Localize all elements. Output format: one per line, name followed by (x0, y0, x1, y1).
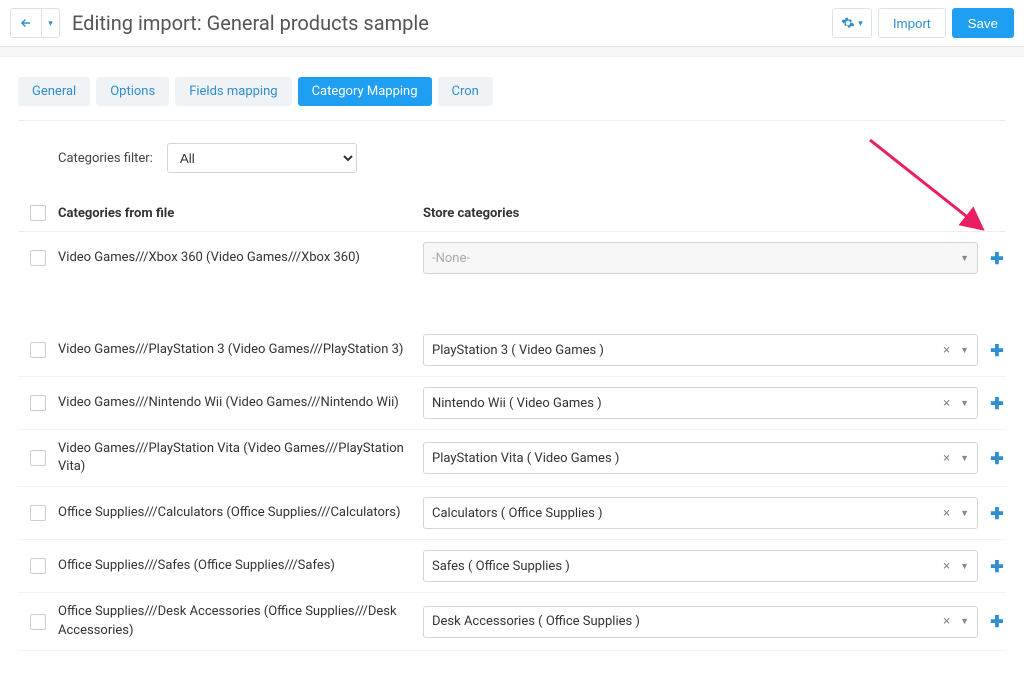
clear-icon[interactable]: × (939, 614, 954, 629)
row-checkbox[interactable] (30, 505, 46, 521)
add-mapping-button[interactable]: ✚ (988, 341, 1006, 360)
table-row: Office Supplies///Safes (Office Supplies… (18, 540, 1006, 593)
header-checkbox-col (18, 205, 58, 221)
chevron-down-icon: ▼ (954, 345, 969, 356)
tab-options[interactable]: Options (96, 77, 169, 106)
clear-icon[interactable]: × (939, 343, 954, 358)
file-category-text: Office Supplies///Calculators (Office Su… (58, 504, 423, 522)
add-mapping-button[interactable]: ✚ (988, 504, 1006, 523)
col-header-store: Store categories (423, 206, 1006, 221)
filter-label: Categories filter: (58, 151, 153, 166)
chevron-down-icon: ▼ (954, 398, 969, 409)
save-button[interactable]: Save (952, 8, 1014, 38)
row-checkbox[interactable] (30, 250, 46, 266)
header-actions: ▾ Import Save (832, 8, 1014, 38)
row-checkbox[interactable] (30, 558, 46, 574)
store-category-select[interactable]: PlayStation Vita ( Video Games ) × ▼ (423, 442, 978, 474)
table-row: Video Games///Nintendo Wii (Video Games/… (18, 377, 1006, 430)
chevron-down-icon: ▼ (954, 453, 969, 464)
tab-cron[interactable]: Cron (438, 77, 493, 106)
file-category-text: Video Games///Nintendo Wii (Video Games/… (58, 394, 423, 412)
content-area: General Options Fields mapping Category … (0, 57, 1024, 691)
row-checkbox[interactable] (30, 342, 46, 358)
settings-button[interactable]: ▾ (832, 8, 872, 38)
table-row: Office Supplies///Calculators (Office Su… (18, 487, 1006, 540)
clear-icon[interactable]: × (939, 506, 954, 521)
clear-icon[interactable]: × (939, 559, 954, 574)
table-header: Categories from file Store categories (18, 195, 1006, 232)
row-checkbox[interactable] (30, 614, 46, 630)
table-row: Office Supplies///Desk Accessories (Offi… (18, 593, 1006, 650)
file-category-text: Video Games///PlayStation Vita (Video Ga… (58, 440, 423, 476)
clear-icon[interactable]: × (939, 396, 954, 411)
add-mapping-button[interactable]: ✚ (988, 557, 1006, 576)
file-category-text: Office Supplies///Desk Accessories (Offi… (58, 603, 423, 639)
chevron-down-icon: ▾ (858, 18, 863, 29)
clear-icon[interactable]: × (939, 451, 954, 466)
table-row: Video Games///PlayStation 3 (Video Games… (18, 324, 1006, 377)
store-category-select[interactable]: -None- ▼ (423, 242, 978, 274)
col-header-file: Categories from file (58, 206, 423, 221)
store-category-select[interactable]: Desk Accessories ( Office Supplies ) × ▼ (423, 606, 978, 638)
add-mapping-button[interactable]: ✚ (988, 249, 1006, 268)
store-category-select[interactable]: PlayStation 3 ( Video Games ) × ▼ (423, 334, 978, 366)
add-mapping-button[interactable]: ✚ (988, 612, 1006, 631)
arrow-left-icon (19, 16, 33, 30)
store-category-select[interactable]: Calculators ( Office Supplies ) × ▼ (423, 497, 978, 529)
chevron-down-icon: ▼ (954, 508, 969, 519)
store-category-select[interactable]: Nintendo Wii ( Video Games ) × ▼ (423, 387, 978, 419)
back-button[interactable] (11, 9, 41, 37)
back-dropdown-toggle[interactable]: ▾ (41, 9, 59, 37)
select-all-checkbox[interactable] (30, 205, 46, 221)
file-category-text: Video Games///Xbox 360 (Video Games///Xb… (58, 249, 423, 267)
sub-header-bar (0, 47, 1024, 57)
tab-category-mapping[interactable]: Category Mapping (298, 77, 432, 106)
tabs-bar: General Options Fields mapping Category … (18, 77, 1006, 121)
import-button[interactable]: Import (878, 8, 946, 38)
tab-fields-mapping[interactable]: Fields mapping (175, 77, 291, 106)
page-title: Editing import: General products sample (72, 11, 832, 35)
chevron-down-icon: ▼ (954, 561, 969, 572)
file-category-text: Video Games///PlayStation 3 (Video Games… (58, 341, 423, 359)
back-button-group: ▾ (10, 8, 60, 38)
table-row: Video Games///Xbox 360 (Video Games///Xb… (18, 232, 1006, 284)
row-checkbox[interactable] (30, 450, 46, 466)
add-mapping-button[interactable]: ✚ (988, 394, 1006, 413)
tab-general[interactable]: General (18, 77, 90, 106)
table-row: Video Games///PlayStation Vita (Video Ga… (18, 430, 1006, 487)
chevron-down-icon: ▼ (954, 253, 969, 264)
gear-icon (841, 16, 855, 30)
chevron-down-icon: ▼ (954, 616, 969, 627)
row-checkbox[interactable] (30, 395, 46, 411)
add-mapping-button[interactable]: ✚ (988, 449, 1006, 468)
page-header: ▾ Editing import: General products sampl… (0, 0, 1024, 47)
filter-row: Categories filter: All (18, 139, 1006, 195)
store-category-select[interactable]: Safes ( Office Supplies ) × ▼ (423, 550, 978, 582)
categories-filter-select[interactable]: All (167, 143, 357, 173)
file-category-text: Office Supplies///Safes (Office Supplies… (58, 557, 423, 575)
